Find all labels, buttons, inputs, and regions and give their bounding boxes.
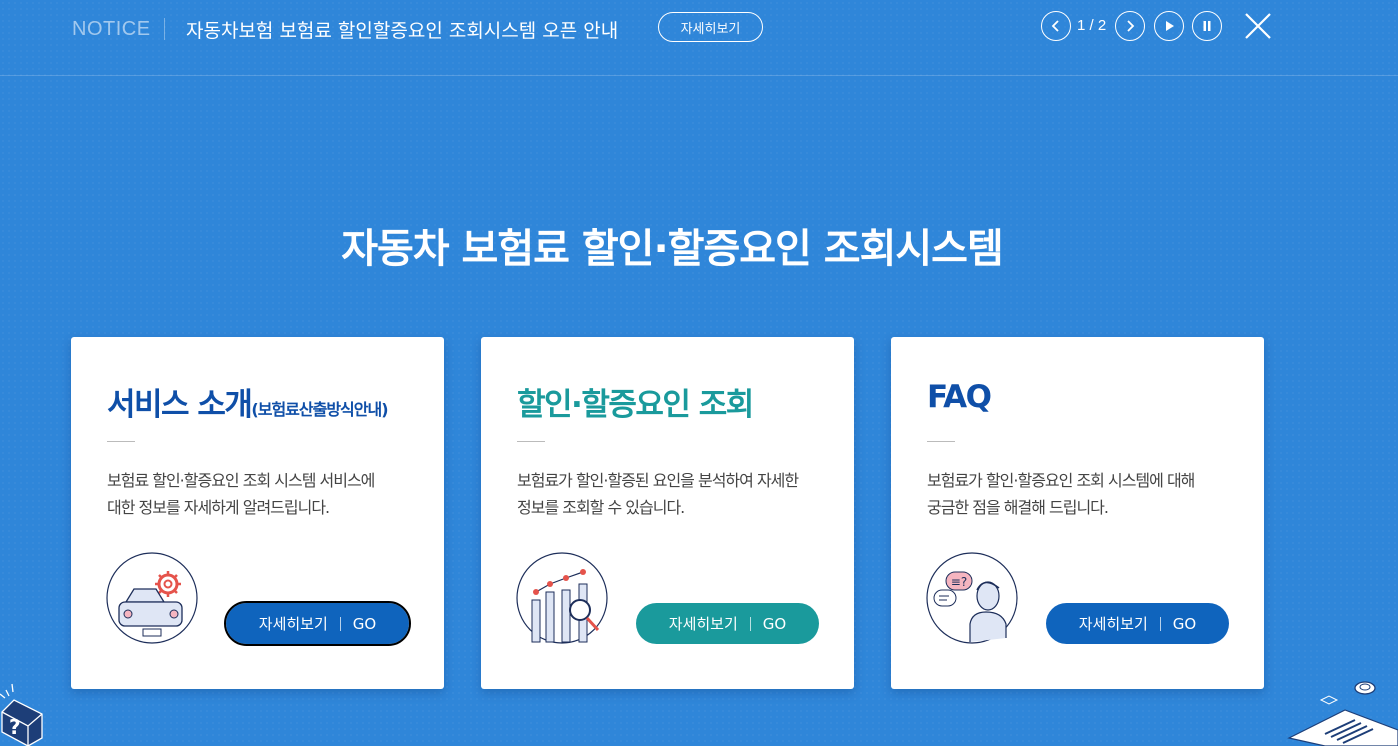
chart-magnifier-icon — [516, 552, 608, 644]
prev-button[interactable] — [1041, 11, 1071, 41]
svg-text:≡?: ≡? — [951, 575, 967, 589]
faq-go-button[interactable]: 자세히보기 GO — [1046, 603, 1229, 644]
button-divider — [1159, 616, 1161, 631]
card-title: 할인·할증요인 조회 — [517, 387, 754, 423]
notice-text[interactable]: 자동차보험 보험료 할인할증요인 조회시스템 오픈 안내 — [186, 16, 618, 43]
close-icon[interactable] — [1244, 12, 1272, 40]
card-title: FAQ — [927, 379, 992, 415]
page-title: 자동차 보험료 할인·할증요인 조회시스템 — [341, 226, 1004, 272]
button-label: 자세히보기 — [668, 615, 738, 633]
question-box-icon: ? — [0, 683, 43, 746]
next-button[interactable] — [1115, 11, 1145, 41]
button-divider — [749, 616, 751, 631]
notice-detail-button[interactable]: 자세히보기 — [658, 12, 763, 42]
notice-divider — [164, 18, 165, 40]
card-description: 보험료가 할인·할증요인 조회 시스템에 대해 궁금한 점을 해결해 드립니다. — [927, 471, 1195, 517]
notice-bar: NOTICE 자동차보험 보험료 할인할증요인 조회시스템 오픈 안내 자세히보… — [0, 0, 1398, 76]
discount-lookup-go-button[interactable]: 자세히보기 GO — [636, 603, 819, 644]
card-subtitle: (보험료산출방식안내) — [251, 400, 388, 419]
card-divider — [927, 441, 955, 442]
notice-pager: 1 / 2 — [1077, 17, 1107, 34]
play-button[interactable] — [1154, 11, 1184, 41]
card-title: 서비스 소개(보험료산출방식안내) — [107, 379, 389, 424]
button-label: 자세히보기 — [258, 615, 328, 633]
person-speech-icon: ≡? — [926, 552, 1018, 644]
button-go: GO — [1172, 614, 1197, 633]
play-icon — [1166, 21, 1174, 31]
chevron-right-icon — [1127, 20, 1135, 32]
button-divider — [339, 616, 341, 631]
pause-icon — [1203, 21, 1211, 31]
notice-label: NOTICE — [72, 18, 151, 40]
button-go: GO — [762, 614, 787, 633]
button-go: GO — [352, 614, 377, 633]
card-discount-lookup: 할인·할증요인 조회 보험료가 할인·할증된 요인을 분석하여 자세한 정보를 … — [481, 337, 854, 689]
chevron-left-icon — [1051, 20, 1059, 32]
pause-button[interactable] — [1192, 11, 1222, 41]
card-description: 보험료 할인·할증요인 조회 시스템 서비스에 대한 정보를 자세하게 알려드립… — [107, 471, 375, 517]
car-gear-icon — [106, 552, 198, 644]
card-divider — [517, 441, 545, 442]
card-service-intro: 서비스 소개(보험료산출방식안내) 보험료 할인·할증요인 조회 시스템 서비스… — [71, 337, 444, 689]
document-stamp-icon — [1287, 681, 1398, 746]
card-faq: FAQ 보험료가 할인·할증요인 조회 시스템에 대해 궁금한 점을 해결해 드… — [891, 337, 1264, 689]
service-intro-go-button[interactable]: 자세히보기 GO — [224, 601, 411, 646]
button-label: 자세히보기 — [1078, 615, 1148, 633]
svg-text:?: ? — [9, 715, 21, 739]
card-divider — [107, 441, 135, 442]
card-description: 보험료가 할인·할증된 요인을 분석하여 자세한 정보를 조회할 수 있습니다. — [517, 471, 799, 517]
card-title-text: 서비스 소개 — [107, 387, 253, 423]
